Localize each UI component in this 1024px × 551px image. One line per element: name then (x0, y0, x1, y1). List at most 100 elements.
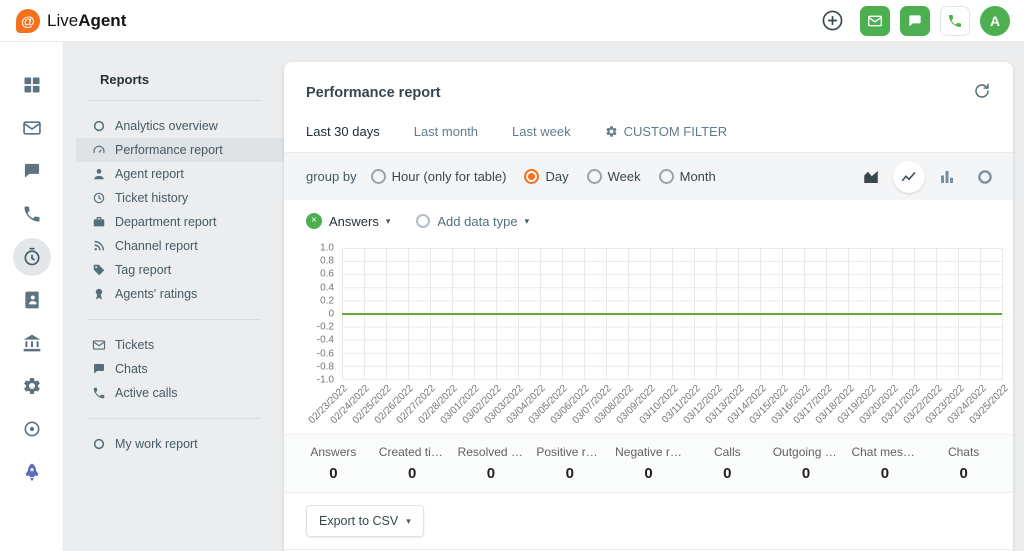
medal-icon (92, 287, 106, 301)
donut-icon (92, 119, 106, 133)
liveagent-logo[interactable]: @ LiveAgent (16, 9, 126, 33)
gauge-icon (92, 143, 106, 157)
sidebar-item-agents-ratings[interactable]: Agents' ratings (76, 282, 284, 306)
line-chart-view-button[interactable] (893, 161, 925, 193)
rail-item-mail[interactable] (13, 109, 51, 147)
plot-area (342, 248, 1003, 380)
dashboard-icon (22, 75, 42, 95)
stat-value: 0 (845, 465, 924, 482)
export-csv-button[interactable]: Export to CSV ▾ (306, 505, 424, 537)
add-circle-button[interactable] (818, 7, 846, 35)
call-button[interactable] (940, 6, 970, 36)
tab-last-30-days[interactable]: Last 30 days (306, 111, 380, 152)
y-axis-label: 0 (328, 309, 334, 320)
radio-icon (659, 169, 674, 184)
y-axis-label: 0.4 (320, 282, 334, 293)
divider (88, 418, 261, 419)
area-chart-view-button[interactable] (855, 161, 887, 193)
chart-view-switcher (855, 161, 1001, 193)
gear-icon (605, 125, 618, 138)
groupby-label: group by (306, 169, 357, 184)
sidebar-item-active-calls[interactable]: Active calls (76, 381, 284, 405)
tab-custom-filter[interactable]: CUSTOM FILTER (605, 111, 728, 152)
performance-report-card: Performance report Last 30 days Last mon… (284, 62, 1013, 551)
rail-item-settings[interactable] (13, 367, 51, 405)
bank-icon (22, 333, 42, 353)
stat-label: Resolved tickets (452, 445, 531, 459)
sidebar-item-tickets[interactable]: Tickets (76, 333, 284, 357)
timer-icon (22, 247, 42, 267)
briefcase-icon (92, 215, 106, 229)
stats-row: Answers 0 Created tickets 0 Resolved tic… (284, 434, 1013, 493)
y-axis-label: -0.6 (317, 348, 334, 359)
sidebar-item-chats[interactable]: Chats (76, 357, 284, 381)
sidebar-item-ticket-history[interactable]: Ticket history (76, 186, 284, 210)
rail-item-dashboard[interactable] (13, 66, 51, 104)
sidebar-item-channel-report[interactable]: Channel report (76, 234, 284, 258)
y-axis-label: -0.8 (317, 361, 334, 372)
rail-item-getting-started[interactable] (13, 453, 51, 491)
stat-label: Positive ratings (530, 445, 609, 459)
stat-label: Calls (688, 445, 767, 459)
donut-chart-icon (976, 168, 994, 186)
stat-label: Answers (294, 445, 373, 459)
sidebar-item-department-report[interactable]: Department report (76, 210, 284, 234)
sidebar-item-analytics-overview[interactable]: Analytics overview (76, 114, 284, 138)
avatar[interactable]: A (980, 6, 1010, 36)
sidebar-item-performance-report[interactable]: Performance report (76, 138, 284, 162)
donut-chart-view-button[interactable] (969, 161, 1001, 193)
sidebar-item-my-work-report[interactable]: My work report (76, 432, 284, 456)
y-axis-label: 0.2 (320, 295, 334, 306)
radio-icon (587, 169, 602, 184)
groupby-option-month[interactable]: Month (659, 169, 716, 184)
chat-bubble-icon (907, 13, 923, 29)
stat-label: Chats (924, 445, 1003, 459)
circle-icon (416, 214, 430, 228)
sidebar-item-agent-report[interactable]: Agent report (76, 162, 284, 186)
stat-value: 0 (530, 465, 609, 482)
stat-value: 0 (767, 465, 846, 482)
topbar-actions: A (818, 6, 1010, 36)
stat-item: Resolved tickets 0 (452, 445, 531, 482)
tab-last-week[interactable]: Last week (512, 111, 571, 152)
rocket-icon (22, 462, 42, 482)
groupby-option-week[interactable]: Week (587, 169, 641, 184)
rail-item-status[interactable] (13, 410, 51, 448)
bar-chart-icon (938, 168, 956, 186)
sidebar-item-tag-report[interactable]: Tag report (76, 258, 284, 282)
groupby-option-hour[interactable]: Hour (only for table) (371, 169, 507, 184)
stat-item: Chat messages 0 (845, 445, 924, 482)
rail-item-reports[interactable] (13, 238, 51, 276)
rail-item-contacts[interactable] (13, 281, 51, 319)
groupby-option-day[interactable]: Day (524, 169, 568, 184)
data-type-row: × Answers ▾ Add data type ▾ (284, 200, 1013, 238)
stat-value: 0 (452, 465, 531, 482)
stat-label: Outgoing calls (767, 445, 846, 459)
new-email-button[interactable] (860, 6, 890, 36)
y-axis-label: -0.2 (317, 322, 334, 333)
caret-down-icon: ▾ (386, 216, 391, 227)
bar-chart-view-button[interactable] (931, 161, 963, 193)
chat-bubble-icon (22, 161, 42, 181)
stat-item: Positive ratings 0 (530, 445, 609, 482)
address-book-icon (22, 290, 42, 310)
rail-item-calls[interactable] (13, 195, 51, 233)
gear-icon (22, 376, 42, 396)
stat-label: Negative ratings (609, 445, 688, 459)
phone-icon (947, 13, 963, 29)
clock-icon (92, 191, 106, 205)
refresh-button[interactable] (973, 82, 991, 103)
logo-live: Live (47, 11, 78, 30)
rail-item-departments[interactable] (13, 324, 51, 362)
rail-item-chats[interactable] (13, 152, 51, 190)
plus-circle-icon (820, 8, 845, 33)
y-axis-label: 1.0 (320, 243, 334, 254)
divider (88, 319, 261, 320)
caret-down-icon: ▾ (406, 516, 411, 527)
stat-item: Chats 0 (924, 445, 1003, 482)
groupby-toolbar: group by Hour (only for table) Day Week … (284, 153, 1013, 200)
new-chat-button[interactable] (900, 6, 930, 36)
add-data-type-button[interactable]: Add data type ▾ (416, 214, 529, 229)
data-type-chip-answers[interactable]: × Answers ▾ (306, 213, 390, 229)
tab-last-month[interactable]: Last month (414, 111, 478, 152)
